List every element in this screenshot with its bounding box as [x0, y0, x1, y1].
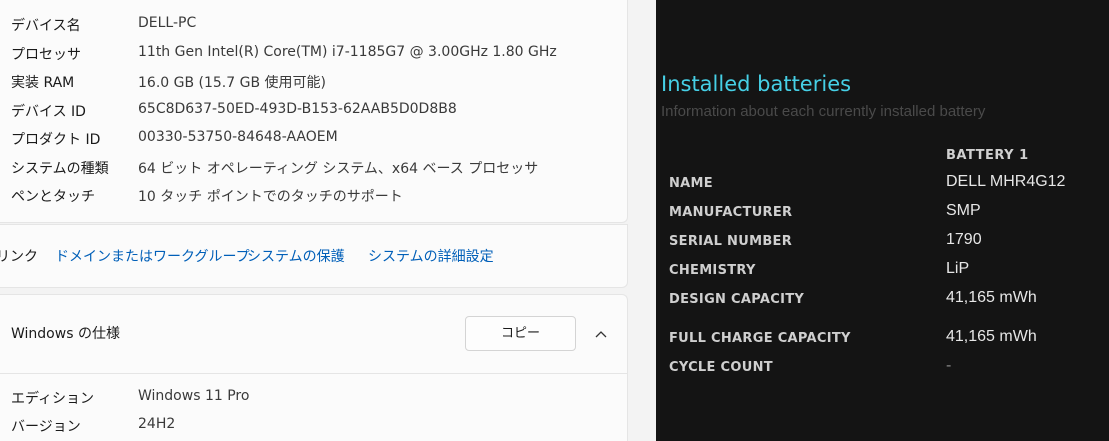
spec-value: DELL-PC [138, 15, 197, 31]
spec-value: 65C8D637-50ED-493D-B153-62AAB5D0D8B8 [138, 101, 457, 117]
spec-value: 64 ビット オペレーティング システム、x64 ベース プロセッサ [138, 161, 539, 177]
battery-key: NAME [669, 176, 713, 191]
spec-value: 00330-53750-84648-AAOEM [138, 129, 338, 145]
related-links-label: リンク [0, 249, 38, 265]
related-links-card: リンク ドメインまたはワークグループ システムの保護 システムの詳細設定 [0, 224, 628, 288]
spec-row-system-type: システムの種類 64 ビット オペレーティング システム、x64 ベース プロセ… [0, 153, 628, 181]
divider [0, 373, 628, 374]
spec-row-edition: エディション Windows 11 Pro [0, 383, 628, 411]
battery-report-panel: Installed batteries Information about ea… [656, 0, 1109, 441]
settings-panel: デバイス名 DELL-PC プロセッサ 11th Gen Intel(R) Co… [0, 0, 656, 441]
spec-row-device-id: デバイス ID 65C8D637-50ED-493D-B153-62AAB5D0… [0, 96, 628, 124]
chevron-up-icon [595, 331, 607, 338]
battery-row-cycle-count: CYCLE COUNT - [656, 356, 1109, 380]
battery-row-name: NAME DELL MHR4G12 [656, 172, 1109, 196]
spec-label: プロダクト ID [11, 132, 101, 148]
battery-value: 41,165 mWh [946, 289, 1037, 306]
battery-value: SMP [946, 202, 981, 219]
battery-column-header: BATTERY 1 [946, 148, 1029, 163]
battery-report-subtitle: Information about each currently install… [661, 103, 986, 120]
battery-key: CHEMISTRY [669, 263, 756, 278]
battery-report-title: Installed batteries [661, 72, 852, 96]
battery-row-serial-number: SERIAL NUMBER 1790 [656, 230, 1109, 254]
windows-spec-card: Windows の仕様 コピー エディション Windows 11 Pro バー… [0, 294, 628, 441]
battery-value: 1790 [946, 231, 982, 248]
spec-value: 10 タッチ ポイントでのタッチのサポート [138, 189, 403, 205]
spec-row-pen-touch: ペンとタッチ 10 タッチ ポイントでのタッチのサポート [0, 181, 628, 209]
spec-label: プロセッサ [11, 47, 81, 63]
link-advanced-system-settings[interactable]: システムの詳細設定 [368, 246, 494, 266]
spec-value: 16.0 GB (15.7 GB 使用可能) [138, 75, 326, 91]
spec-label: 実装 RAM [11, 75, 75, 91]
battery-value: 41,165 mWh [946, 328, 1037, 345]
spec-label: デバイス ID [11, 104, 86, 120]
spec-row-product-id: プロダクト ID 00330-53750-84648-AAOEM [0, 124, 628, 152]
spec-value: 24H2 [138, 416, 176, 432]
battery-value: LiP [946, 260, 970, 277]
spec-row-version: バージョン 24H2 [0, 411, 628, 439]
collapse-button[interactable] [586, 319, 616, 349]
device-specifications-card: デバイス名 DELL-PC プロセッサ 11th Gen Intel(R) Co… [0, 0, 628, 223]
spec-row-ram: 実装 RAM 16.0 GB (15.7 GB 使用可能) [0, 67, 628, 95]
spec-row-device-name: デバイス名 DELL-PC [0, 10, 628, 38]
battery-key: MANUFACTURER [669, 205, 793, 220]
link-domain-workgroup[interactable]: ドメインまたはワークグループ [55, 246, 250, 266]
spec-label: エディション [11, 391, 95, 407]
battery-row-full-charge-capacity: FULL CHARGE CAPACITY 41,165 mWh [656, 327, 1109, 351]
spec-row-processor: プロセッサ 11th Gen Intel(R) Core(TM) i7-1185… [0, 39, 628, 67]
spec-value: Windows 11 Pro [138, 388, 250, 404]
spec-label: システムの種類 [11, 161, 109, 177]
spec-label: ペンとタッチ [11, 189, 95, 205]
battery-row-chemistry: CHEMISTRY LiP [656, 259, 1109, 283]
battery-key: CYCLE COUNT [669, 360, 773, 375]
link-system-protection[interactable]: システムの保護 [247, 246, 345, 266]
copy-button[interactable]: コピー [465, 316, 576, 351]
spec-label: バージョン [11, 419, 81, 435]
battery-key: FULL CHARGE CAPACITY [669, 331, 851, 346]
battery-row-design-capacity: DESIGN CAPACITY 41,165 mWh [656, 288, 1109, 312]
battery-row-manufacturer: MANUFACTURER SMP [656, 201, 1109, 225]
spec-label: デバイス名 [11, 18, 81, 34]
battery-value: - [946, 357, 952, 374]
battery-value: DELL MHR4G12 [946, 173, 1066, 190]
spec-value: 11th Gen Intel(R) Core(TM) i7-1185G7 @ 3… [138, 44, 557, 60]
battery-key: SERIAL NUMBER [669, 234, 793, 249]
battery-key: DESIGN CAPACITY [669, 292, 805, 307]
windows-spec-title: Windows の仕様 [11, 326, 120, 342]
